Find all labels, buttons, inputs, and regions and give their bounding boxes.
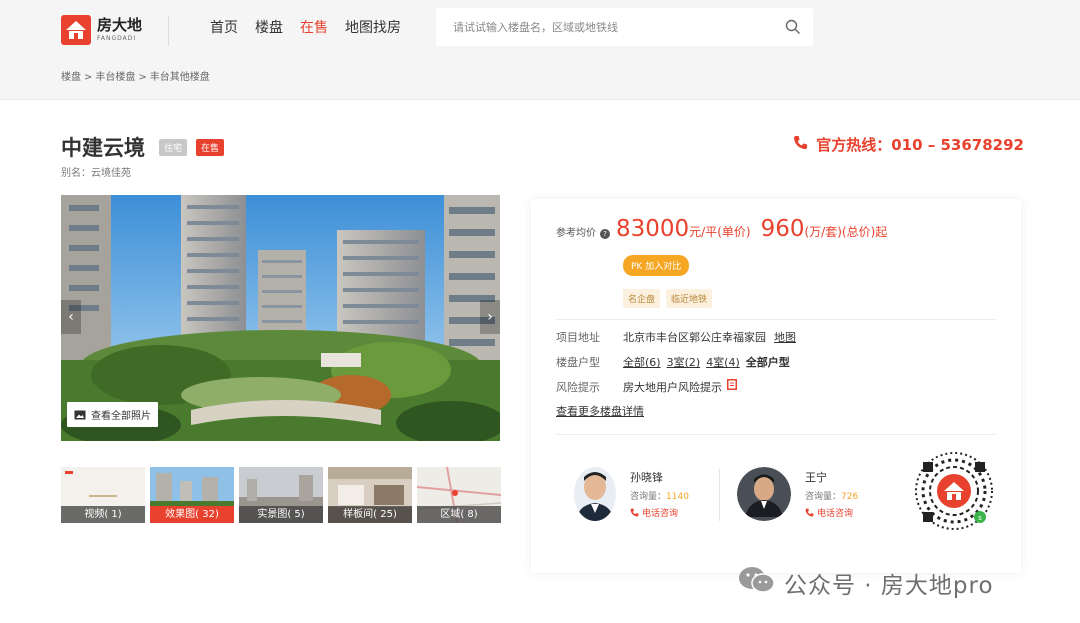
breadcrumb-sep: > [84,72,93,83]
breadcrumb: 楼盘 > 丰台楼盘 > 丰台其他楼盘 [61,68,210,83]
thumb-video[interactable]: 视频( 1) [61,467,145,523]
view-all-photos-button[interactable]: 查看全部照片 [67,402,158,427]
agent-card: 孙晓锋 咨询量：1140 电话咨询 [574,467,689,521]
nav-on-sale[interactable]: 在售 [300,17,328,37]
search-box [436,8,813,46]
thumb-renderings[interactable]: 效果图( 32) [150,467,234,523]
main-photo[interactable]: ‹ › 查看全部照片 [61,195,500,441]
price-row: 参考均价 ? 83000 元/平(单价) 960 (万/套)(总价)起 [556,216,897,242]
logo-subtext: FANGDADI [97,35,137,42]
document-icon [727,379,737,390]
breadcrumb-fengtai[interactable]: 丰台楼盘 [95,72,135,83]
total-price-suffix: (万/套)(总价)起 [804,225,888,239]
feature-tag: 临近地铁 [666,289,713,308]
more-details-link[interactable]: 查看更多楼盘详情 [556,403,644,419]
address-value: 北京市丰台区郭公庄幸福家园 [623,331,766,344]
call-agent-button[interactable]: 电话咨询 [630,506,689,519]
agent-card: 王宁 咨询量：726 电话咨询 [737,467,858,521]
help-icon[interactable]: ? [600,229,610,239]
top-header: 房大地 FANGDADI 首页 楼盘 在售 地图找房 楼盘>丰台楼盘>丰台其他楼… [0,0,1080,100]
status-badge: 在售 [196,138,225,156]
search-icon[interactable] [785,19,801,35]
agent-count: 咨询量：726 [805,492,859,502]
svg-text:s: s [978,514,982,522]
wechat-icon [738,565,776,601]
divider [556,434,996,435]
view-all-photos-label: 查看全部照片 [91,411,151,422]
photo-next-button[interactable]: › [480,300,500,334]
logo-text: 房大地 [97,16,143,34]
divider [556,319,996,320]
page-title: 中建云境 [61,136,145,160]
layout-row: 楼盘户型 全部(6) 3室(2) 4室(4) 全部户型 [556,354,790,370]
nav-home[interactable]: 首页 [210,17,238,37]
thumb-label: 样板间( 25) [328,506,412,523]
agent-count: 咨询量：1140 [630,492,689,502]
breadcrumb-sep: > [138,72,147,83]
wechat-watermark: 公众号 · 房大地pro [738,565,994,601]
feature-tag: 名企盘 [623,289,661,308]
address-row: 项目地址 北京市丰台区郭公庄幸福家园 地图 [556,329,802,345]
thumb-label: 效果图( 32) [150,506,234,523]
breadcrumb-fengtai-other[interactable]: 丰台其他楼盘 [150,72,210,83]
thumb-showroom[interactable]: 样板间( 25) [328,467,412,523]
avatar[interactable] [737,467,791,521]
all-layouts-link[interactable]: 全部户型 [746,354,790,370]
layout-4room-link[interactable]: 4室(4) [706,354,740,370]
call-agent-button[interactable]: 电话咨询 [805,506,858,519]
total-price: 960 [760,216,805,242]
logo-divider [168,16,169,46]
layout-3room-link[interactable]: 3室(2) [667,354,701,370]
type-badge: 住宅 [159,138,188,156]
thumb-label: 视频( 1) [61,506,145,523]
unit-price-suffix: 元/平(单价) [689,225,751,239]
agent-divider [719,469,720,521]
thumb-area-map[interactable]: 区域( 8) [417,467,501,523]
price-label: 参考均价 [556,228,596,239]
risk-value[interactable]: 房大地用户风险提示 [623,379,722,395]
project-alias: 别名：云境佳苑 [61,168,131,179]
hotline-number: 010 – 53678292 [891,135,1024,154]
thumb-label: 区域( 8) [417,506,501,523]
avatar[interactable] [574,467,616,521]
unit-price: 83000 [616,216,690,242]
phone-icon [793,135,808,154]
project-info-card: 参考均价 ? 83000 元/平(单价) 960 (万/套)(总价)起 PK 加… [531,199,1021,573]
map-link[interactable]: 地图 [774,329,796,345]
agent-name: 孙晓锋 [630,471,663,484]
project-title-row: 中建云境 住宅 在售 [61,132,225,162]
layout-all-link[interactable]: 全部(6) [623,354,661,370]
photo-prev-button[interactable]: ‹ [61,300,81,334]
watermark-text: 公众号 · 房大地pro [784,573,994,599]
thumb-real-photos[interactable]: 实景图( 5) [239,467,323,523]
qr-code: s [913,450,995,532]
address-label: 项目地址 [556,331,600,344]
layout-label: 楼盘户型 [556,356,600,369]
hotline-label: 官方热线： [816,136,892,154]
photo-category-thumbs: 视频( 1) 效果图( 32) 实景图( 5) 样板间( 25) 区域( 8) [61,467,501,523]
agent-name: 王宁 [805,471,827,484]
risk-label: 风险提示 [556,381,600,394]
image-icon [74,410,86,420]
feature-tags: 名企盘 临近地铁 [623,289,713,308]
nav-projects[interactable]: 楼盘 [255,17,283,37]
thumb-label: 实景图( 5) [239,506,323,523]
risk-row: 风险提示 房大地用户风险提示 [556,379,737,395]
hotline[interactable]: 官方热线： 010 – 53678292 [793,134,1024,155]
search-input[interactable] [436,8,766,46]
house-logo-icon [61,15,91,45]
site-logo[interactable]: 房大地 FANGDADI [61,15,142,45]
breadcrumb-projects[interactable]: 楼盘 [61,72,81,83]
add-compare-button[interactable]: PK 加入对比 [623,255,690,276]
main-nav: 首页 楼盘 在售 地图找房 [210,17,418,37]
nav-map-search[interactable]: 地图找房 [345,17,401,37]
